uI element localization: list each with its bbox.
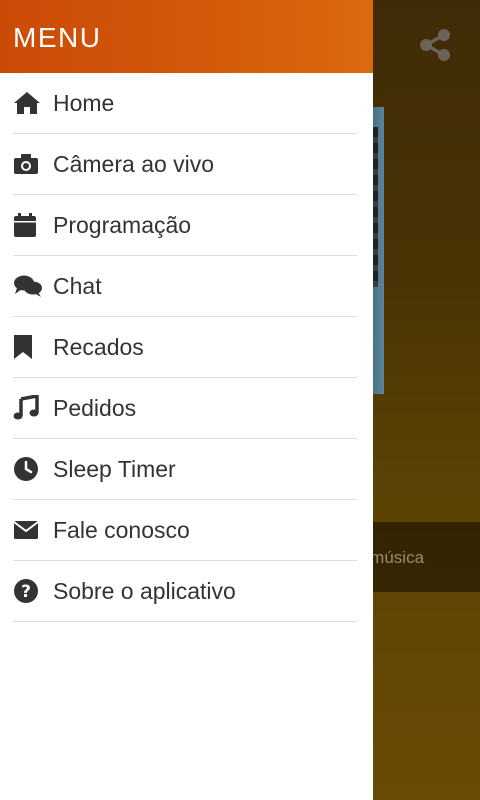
chat-icon (13, 272, 43, 300)
menu-label: Home (53, 89, 115, 116)
navigation-drawer: MENU Home Câmera ao vivo Programação Cha… (0, 0, 373, 800)
menu-label: Recados (53, 333, 144, 360)
share-icon (417, 27, 453, 68)
menu-item-fale-conosco[interactable]: Fale conosco (13, 500, 357, 561)
share-button[interactable] (414, 26, 456, 68)
menu-label: Fale conosco (53, 516, 190, 543)
menu-item-camera[interactable]: Câmera ao vivo (13, 134, 357, 195)
menu-item-recados[interactable]: Recados (13, 317, 357, 378)
menu-item-home[interactable]: Home (13, 73, 357, 134)
menu-item-sleep-timer[interactable]: Sleep Timer (13, 439, 357, 500)
envelope-icon (13, 516, 43, 544)
menu-label: Programação (53, 211, 192, 238)
calendar-icon (13, 211, 43, 239)
bookmark-icon (13, 333, 43, 361)
home-icon (13, 89, 43, 117)
menu-list: Home Câmera ao vivo Programação Chat Rec… (0, 73, 373, 622)
menu-item-chat[interactable]: Chat (13, 256, 357, 317)
question-circle-icon: ? (13, 577, 43, 605)
menu-label: Chat (53, 272, 102, 299)
svg-text:?: ? (21, 582, 31, 602)
menu-label: Câmera ao vivo (53, 150, 215, 177)
menu-item-sobre[interactable]: ? Sobre o aplicativo (13, 561, 357, 622)
clock-icon (13, 455, 43, 483)
drawer-title: MENU (13, 21, 102, 53)
camera-icon (13, 150, 43, 178)
menu-label: Pedidos (53, 394, 137, 421)
menu-item-programacao[interactable]: Programação (13, 195, 357, 256)
menu-item-pedidos[interactable]: Pedidos (13, 378, 357, 439)
drawer-header: MENU (0, 0, 373, 73)
menu-label: Sobre o aplicativo (53, 577, 236, 604)
menu-label: Sleep Timer (53, 455, 176, 482)
music-note-icon (13, 394, 43, 422)
